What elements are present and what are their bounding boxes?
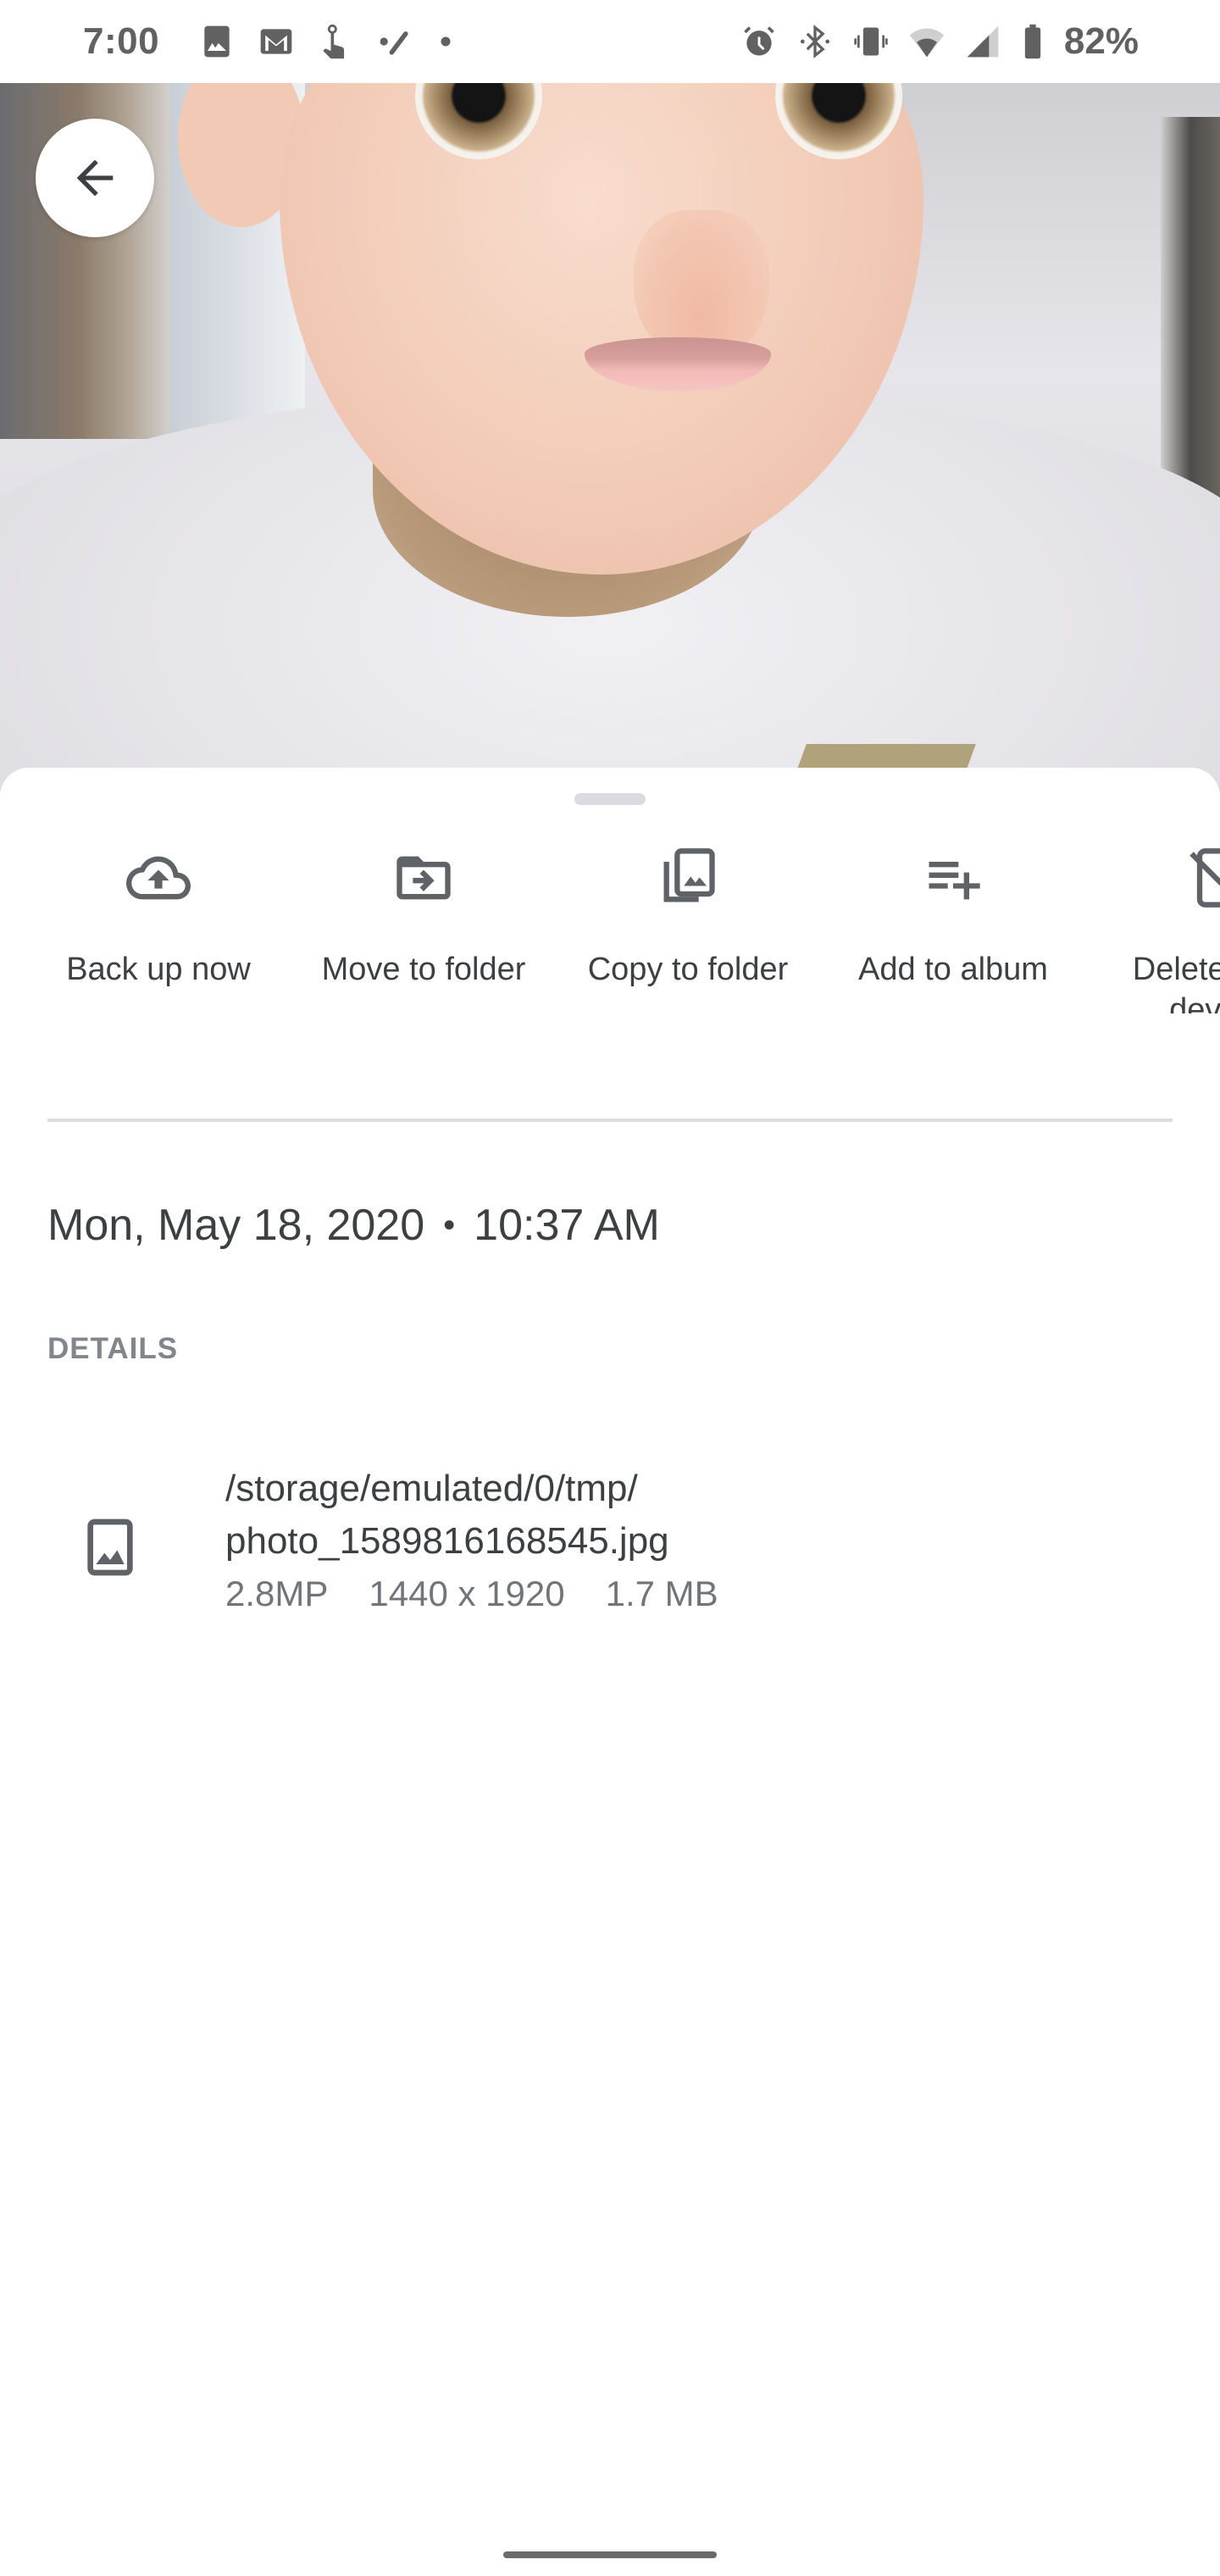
details-bottom-sheet: Back up now Move to folder Copy to folde…	[0, 768, 1220, 2576]
edit-icon	[376, 23, 413, 60]
file-megapixels: 2.8MP	[225, 1574, 329, 1613]
gesture-nav-handle[interactable]	[503, 2551, 717, 2558]
add-to-album-button[interactable]: Add to album	[830, 844, 1076, 990]
notification-dot-icon	[435, 23, 456, 60]
battery-percentage: 82%	[1063, 20, 1139, 62]
file-resolution: 1440 x 1920	[369, 1574, 565, 1613]
file-size: 1.7 MB	[605, 1574, 718, 1613]
back-up-now-button[interactable]: Back up now	[36, 844, 281, 990]
file-path-line1: /storage/emulated/0/tmp/	[225, 1468, 638, 1509]
copy-to-folder-button[interactable]: Copy to folder	[565, 844, 811, 990]
status-right: 82%	[740, 0, 1139, 83]
file-path-line2: photo_1589816168545.jpg	[225, 1520, 669, 1562]
file-metadata: 2.8MP 1440 x 1920 1.7 MB	[225, 1568, 718, 1620]
alarm-icon	[740, 23, 778, 60]
gallery-icon	[198, 23, 236, 60]
file-info: /storage/emulated/0/tmp/ photo_158981616…	[225, 1463, 718, 1620]
back-button[interactable]	[36, 119, 154, 237]
photo-preview[interactable]	[0, 83, 1220, 795]
copy-to-folder-icon	[654, 844, 722, 912]
vibrate-icon	[852, 23, 890, 60]
photo-time: 10:37 AM	[474, 1201, 660, 1250]
status-bar: 7:00 82%	[0, 0, 1220, 83]
cloud-upload-icon	[125, 844, 192, 912]
gmail-icon	[258, 23, 295, 60]
playlist-add-icon	[919, 844, 987, 912]
delete-from-device-icon	[1182, 844, 1220, 912]
cellular-signal-icon	[964, 23, 1001, 60]
status-time: 7:00	[83, 20, 160, 62]
move-to-folder-icon	[390, 844, 458, 912]
sheet-drag-handle[interactable]	[574, 793, 646, 805]
image-icon	[76, 1513, 144, 1581]
photo-date: Mon, May 18, 2020	[47, 1201, 425, 1250]
action-label: Copy to folder	[587, 952, 789, 987]
delete-from-device-button[interactable]: Delete from device	[1093, 844, 1220, 1013]
photo-datetime[interactable]: Mon, May 18, 2020 • 10:37 AM	[47, 1200, 660, 1251]
action-label: Back up now	[66, 952, 251, 987]
status-left: 7:00	[83, 0, 456, 83]
battery-icon	[1020, 23, 1045, 60]
action-label: Delete from device	[1132, 952, 1220, 1013]
action-label: Add to album	[858, 952, 1048, 987]
divider	[47, 1119, 1173, 1122]
move-to-folder-button[interactable]: Move to folder	[301, 844, 546, 990]
wifi-icon	[908, 23, 946, 60]
file-details-row: /storage/emulated/0/tmp/ photo_158981616…	[47, 1463, 1149, 1632]
action-label: Move to folder	[321, 952, 526, 987]
details-header: DETAILS	[47, 1332, 179, 1365]
actions-row[interactable]: Back up now Move to folder Copy to folde…	[0, 844, 1220, 1013]
arrow-back-icon	[76, 159, 114, 197]
bluetooth-icon	[796, 23, 834, 60]
touch-gesture-icon	[317, 23, 354, 60]
datetime-separator: •	[443, 1206, 456, 1244]
